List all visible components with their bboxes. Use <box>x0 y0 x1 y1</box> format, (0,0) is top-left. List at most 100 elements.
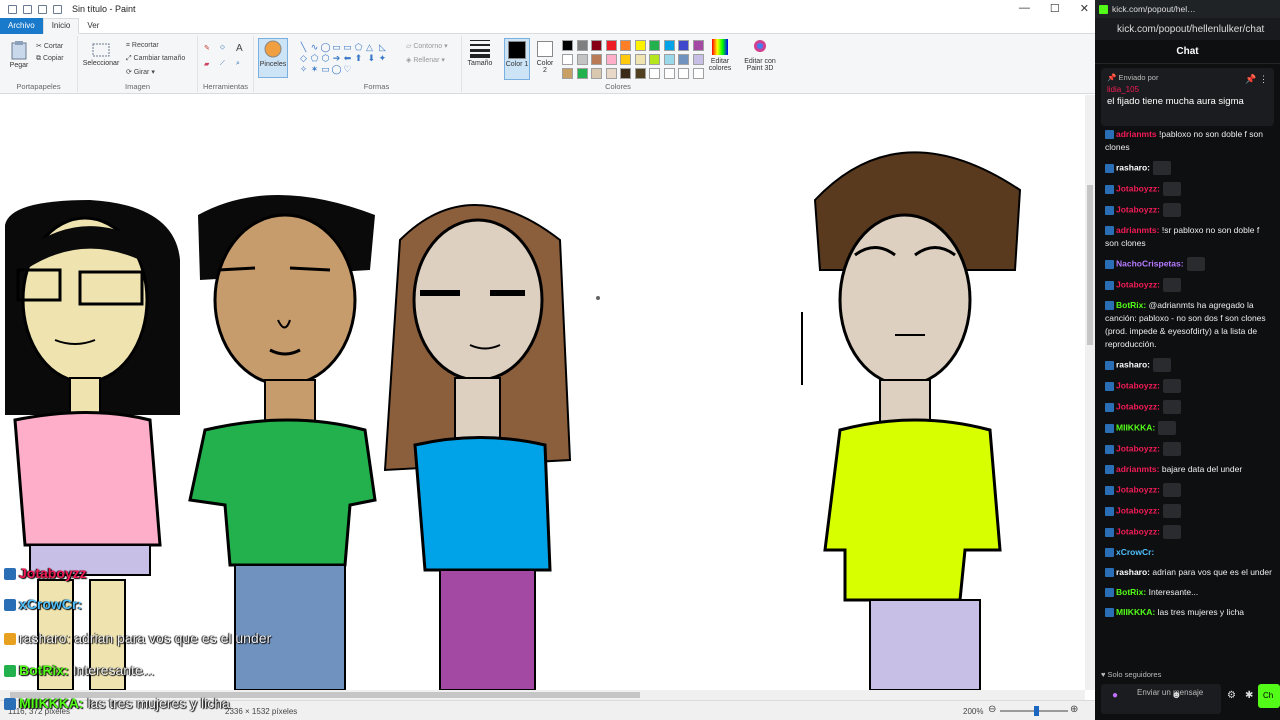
chat-message: Jotaboyzz: <box>1105 379 1275 393</box>
chat-username[interactable]: xCrowCr: <box>1116 547 1154 557</box>
chat-username[interactable]: Jotaboyzz: <box>1116 401 1160 411</box>
color1-button[interactable]: Color 1 <box>504 38 530 80</box>
chat-username[interactable]: rasharo: <box>1116 567 1150 577</box>
color-swatch[interactable] <box>663 54 675 65</box>
color-swatch[interactable] <box>692 68 704 79</box>
rotate-button[interactable]: ⟳ Girar ▾ <box>126 68 155 76</box>
outline-button[interactable]: ▱ Contorno ▾ <box>406 42 448 50</box>
redo-icon[interactable] <box>53 4 62 14</box>
chat-username[interactable]: NachoCrispetas: <box>1116 258 1184 268</box>
gear-icon[interactable]: ✱ <box>1245 690 1253 701</box>
cut-button[interactable]: ✂ Cortar <box>36 42 63 50</box>
color-swatch[interactable] <box>620 68 631 79</box>
chat-username[interactable]: Jotaboyzz: <box>1116 279 1160 289</box>
color-swatch[interactable] <box>692 54 704 65</box>
color-swatch[interactable] <box>649 40 660 51</box>
color-swatch[interactable] <box>678 54 689 65</box>
more-options-icon[interactable]: ⋮ <box>1259 74 1268 84</box>
color-swatch[interactable] <box>620 40 631 51</box>
chat-username[interactable]: Jotaboyzz: <box>1116 443 1160 453</box>
magnifier-icon[interactable]: ⌕ <box>236 60 240 68</box>
color-swatch[interactable] <box>605 68 617 79</box>
chat-username[interactable]: BotRix: <box>1116 300 1146 310</box>
pencil-icon[interactable]: ✎ <box>204 44 210 52</box>
tab-ver[interactable]: Ver <box>79 19 107 32</box>
zoom-out-button[interactable]: ⊖ <box>988 704 996 715</box>
color-swatch[interactable] <box>562 54 573 65</box>
color-swatch[interactable] <box>591 40 602 51</box>
chat-username[interactable]: Jotaboyzz: <box>1116 183 1160 193</box>
color-swatch[interactable] <box>649 68 660 79</box>
color2-button[interactable]: Color 2 <box>534 38 556 74</box>
url-bar[interactable]: kick.com/popout/hellenlulker/chat <box>1095 18 1280 40</box>
size-label: Tamaño <box>467 60 493 67</box>
horizontal-scrollbar[interactable] <box>0 690 1085 700</box>
undo-icon[interactable] <box>38 4 47 14</box>
color-swatch[interactable] <box>678 40 689 51</box>
color-swatch[interactable] <box>605 54 617 65</box>
close-button[interactable]: ✕ <box>1080 2 1089 15</box>
chat-username[interactable]: Jotaboyzz: <box>1116 526 1160 536</box>
emote-icon[interactable]: ☻ <box>1171 690 1182 701</box>
chat-username[interactable]: MIIKKKA: <box>1116 422 1155 432</box>
color-swatch[interactable] <box>649 54 660 65</box>
chat-username[interactable]: Jotaboyzz: <box>1116 204 1160 214</box>
color-swatch[interactable] <box>591 68 602 79</box>
settings-icon[interactable]: ⚙ <box>1227 690 1236 701</box>
chat-username[interactable]: Jotaboyzz: <box>1116 505 1160 515</box>
size-button[interactable]: Tamaño <box>466 38 494 67</box>
chat-username[interactable]: rasharo: <box>1116 162 1150 172</box>
zoom-slider-thumb[interactable] <box>1034 706 1039 716</box>
chat-send-button[interactable]: Ch <box>1258 684 1280 708</box>
chat-username[interactable]: Jotaboyzz: <box>1116 380 1160 390</box>
color-swatch[interactable] <box>576 68 588 79</box>
color-swatch[interactable] <box>692 40 704 51</box>
color-swatch[interactable] <box>576 54 588 65</box>
copy-button[interactable]: ⧉ Copiar <box>36 55 64 63</box>
minimize-button[interactable]: — <box>1019 2 1030 15</box>
chat-username[interactable]: Jotaboyzz: <box>1116 484 1160 494</box>
text-icon[interactable]: A <box>236 43 243 54</box>
chat-username[interactable]: rasharo: <box>1116 359 1150 369</box>
pin-icon[interactable]: 📌 <box>1245 74 1256 84</box>
tab-inicio[interactable]: Inicio <box>42 17 80 34</box>
color-swatch[interactable] <box>576 40 588 51</box>
chat-username[interactable]: adrianmts: <box>1116 225 1159 235</box>
chat-username[interactable]: MIIKKKA: <box>1116 607 1155 617</box>
zoom-in-button[interactable]: ⊕ <box>1070 704 1078 715</box>
color-swatch[interactable] <box>663 68 675 79</box>
color-swatch[interactable] <box>634 54 646 65</box>
color-swatch[interactable] <box>634 40 646 51</box>
color-swatch[interactable] <box>620 54 631 65</box>
resize-button[interactable]: ⤢ Cambiar tamaño <box>126 55 185 63</box>
picker-icon[interactable]: ⟋ <box>220 60 225 68</box>
edit-colors-button[interactable]: Editar colores <box>704 38 736 72</box>
paste-button[interactable]: Pegar <box>8 40 30 69</box>
chat-username[interactable]: adrianmts: <box>1116 464 1159 474</box>
shapes-gallery[interactable]: ╲ ∿ ◯ ▭ ▭ ⬠ △ ◺◇ ⬠ ⬡ ➔ ⬅ ⬆ ⬇ ✦✧ ✶ ▭ ◯ ♡ <box>298 42 394 78</box>
chat-username[interactable]: BotRix: <box>1116 587 1146 597</box>
drawing-canvas[interactable] <box>0 95 1085 690</box>
color-swatch[interactable] <box>663 40 675 51</box>
fill-icon[interactable]: ⬦ <box>220 44 225 52</box>
brushes-button[interactable]: Pinceles <box>258 38 288 78</box>
color-swatch[interactable] <box>562 68 573 79</box>
maximize-button[interactable]: ☐ <box>1050 2 1060 15</box>
color-swatch[interactable] <box>562 40 573 51</box>
badge-icon <box>1105 226 1114 236</box>
vertical-scrollbar[interactable] <box>1085 95 1095 690</box>
color-swatch[interactable] <box>591 54 602 65</box>
select-button[interactable]: Seleccionar <box>82 42 120 67</box>
paint3d-button[interactable]: Editar con Paint 3D <box>740 38 780 72</box>
eraser-icon[interactable]: ▰ <box>204 60 209 68</box>
fill-shape-button[interactable]: ◈ Rellenar ▾ <box>406 56 445 64</box>
color-swatch[interactable] <box>678 68 689 79</box>
mic-icon[interactable]: ● <box>1112 690 1118 701</box>
save-icon[interactable] <box>23 4 32 14</box>
chat-input[interactable]: Enviar un mensaje <box>1101 684 1221 714</box>
tab-archivo[interactable]: Archivo <box>0 17 43 34</box>
color-swatch[interactable] <box>634 68 646 79</box>
chat-username[interactable]: adrianmts <box>1116 129 1157 139</box>
color-swatch[interactable] <box>605 40 617 51</box>
crop-button[interactable]: ⌗ Recortar <box>126 42 159 50</box>
